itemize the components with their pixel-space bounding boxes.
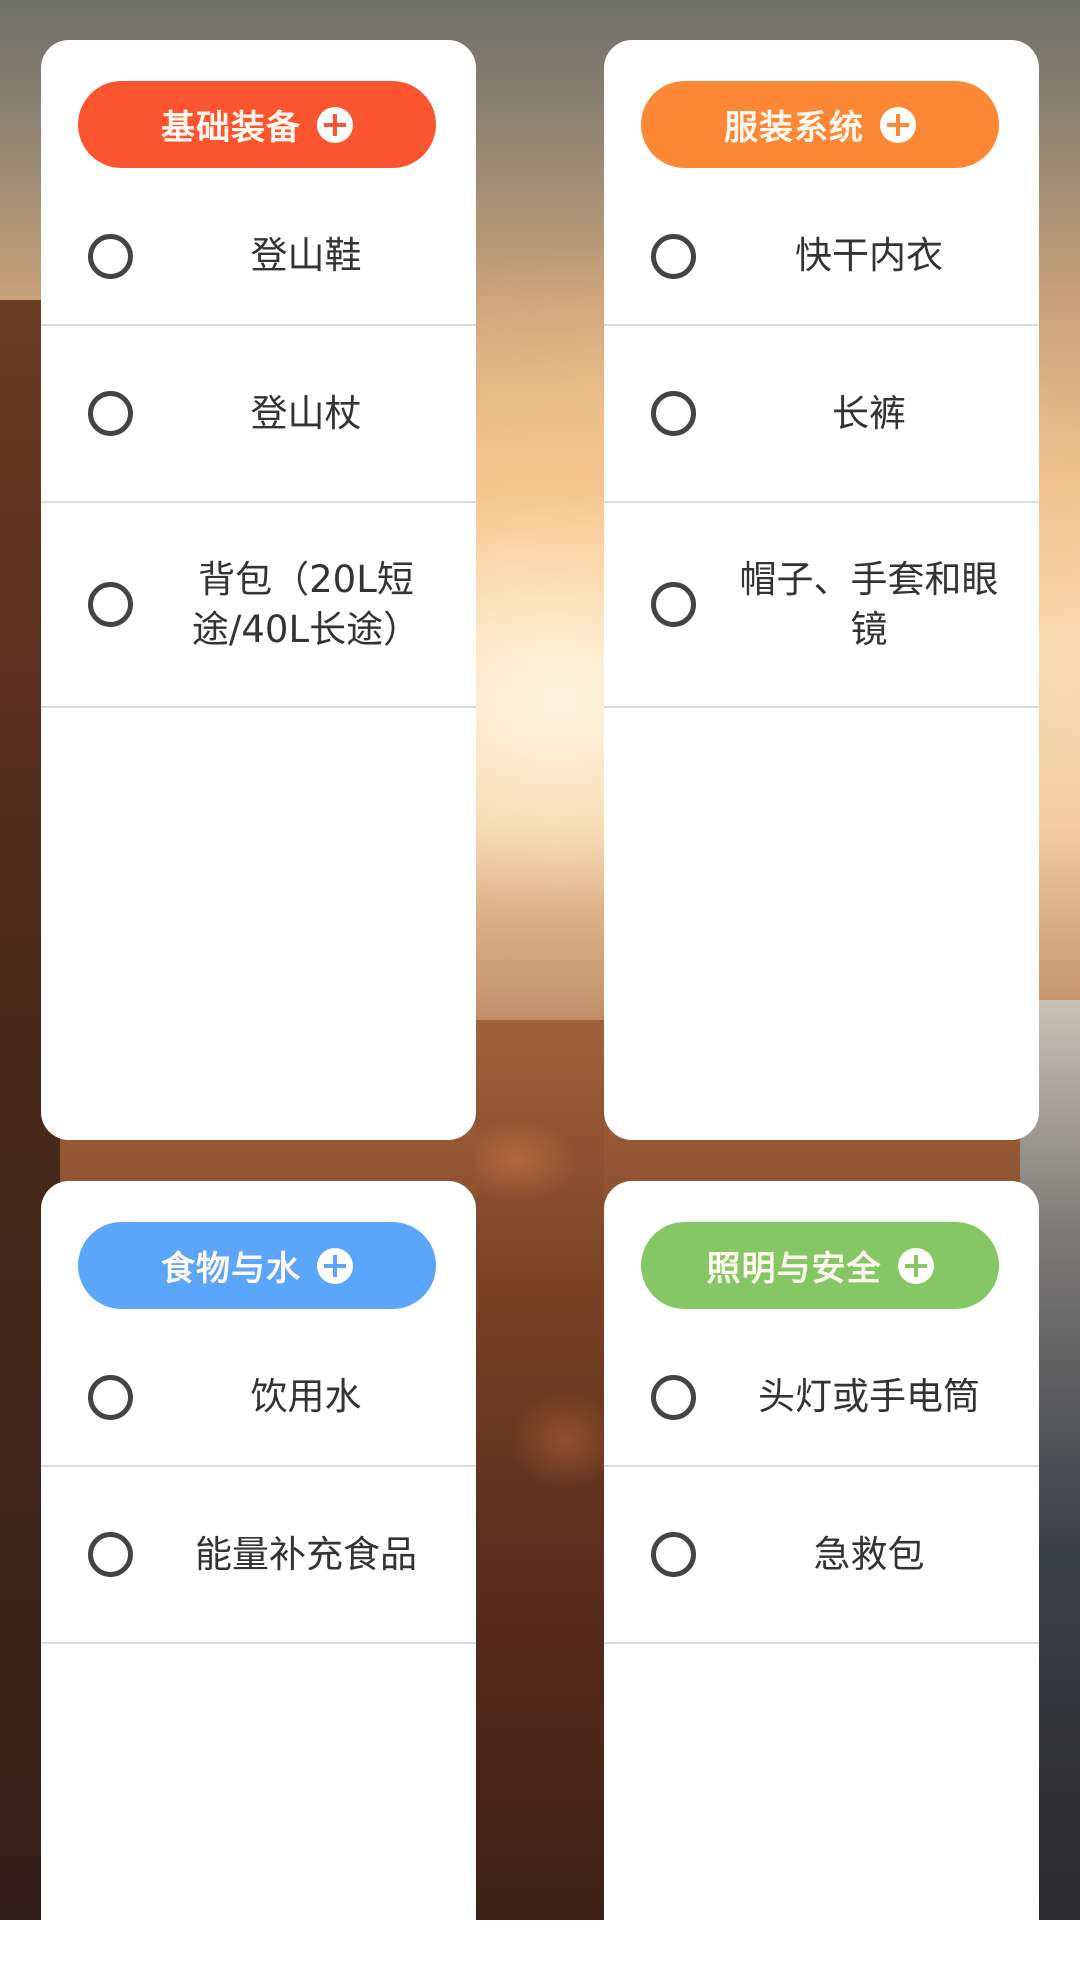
checklist-item[interactable]: 急救包	[604, 1467, 1039, 1644]
category-title: 照明与安全	[706, 1249, 882, 1289]
item-label: 背包（20L短途/40L长途）	[191, 557, 421, 651]
checklist-item[interactable]: 背包（20L短途/40L长途）	[41, 503, 476, 708]
checklist-item[interactable]: 快干内衣	[604, 168, 1039, 326]
card-header: 食物与水	[41, 1181, 476, 1309]
radio-unchecked-icon[interactable]	[88, 391, 133, 436]
category-card-basic-gear: 基础装备 登山鞋 登山杖 背包（20L短途/40L长途）	[41, 40, 476, 1140]
item-label: 急救包	[813, 1532, 925, 1576]
card-header: 照明与安全	[604, 1181, 1039, 1309]
category-title: 食物与水	[161, 1249, 301, 1289]
category-title: 服装系统	[724, 108, 864, 148]
category-title: 基础装备	[161, 108, 301, 148]
checklist-item[interactable]: 饮用水	[41, 1309, 476, 1467]
item-label: 能量补充食品	[195, 1532, 417, 1576]
item-label: 登山鞋	[250, 234, 362, 277]
radio-unchecked-icon[interactable]	[651, 391, 696, 436]
item-label: 长裤	[832, 391, 906, 435]
radio-unchecked-icon[interactable]	[88, 1374, 133, 1420]
add-category-item-button[interactable]: 基础装备	[78, 81, 436, 168]
card-header: 服装系统	[604, 40, 1039, 168]
checklist-item[interactable]: 能量补充食品	[41, 1467, 476, 1644]
plus-circle-icon	[317, 1247, 353, 1284]
category-card-food-water: 食物与水 饮用水 能量补充食品	[41, 1181, 476, 1961]
checklist-item[interactable]: 长裤	[604, 326, 1039, 503]
radio-unchecked-icon[interactable]	[88, 582, 133, 627]
radio-unchecked-icon[interactable]	[651, 1374, 696, 1420]
add-category-item-button[interactable]: 食物与水	[78, 1222, 436, 1309]
plus-circle-icon	[897, 1247, 934, 1284]
add-category-item-button[interactable]: 服装系统	[641, 81, 999, 168]
item-label: 头灯或手电筒	[758, 1375, 980, 1418]
checklist-item[interactable]: 登山鞋	[41, 168, 476, 326]
item-label: 登山杖	[250, 391, 362, 435]
card-header: 基础装备	[41, 40, 476, 168]
radio-unchecked-icon[interactable]	[651, 582, 696, 627]
category-card-lighting-safety: 照明与安全 头灯或手电筒 急救包	[604, 1181, 1039, 1961]
radio-unchecked-icon[interactable]	[88, 233, 133, 279]
background-rocks-middle	[476, 1020, 604, 1920]
item-label: 帽子、手套和眼镜	[739, 557, 999, 651]
checklist-item[interactable]: 帽子、手套和眼镜	[604, 503, 1039, 708]
category-card-clothing: 服装系统 快干内衣 长裤 帽子、手套和眼镜	[604, 40, 1039, 1140]
radio-unchecked-icon[interactable]	[651, 1532, 696, 1577]
add-category-item-button[interactable]: 照明与安全	[641, 1222, 999, 1309]
checklist-item[interactable]: 登山杖	[41, 326, 476, 503]
radio-unchecked-icon[interactable]	[651, 233, 696, 279]
item-label: 快干内衣	[795, 234, 943, 277]
plus-circle-icon	[880, 106, 916, 143]
item-label: 饮用水	[250, 1375, 362, 1418]
checklist-item[interactable]: 头灯或手电筒	[604, 1309, 1039, 1467]
radio-unchecked-icon[interactable]	[88, 1532, 133, 1577]
plus-circle-icon	[317, 106, 353, 143]
